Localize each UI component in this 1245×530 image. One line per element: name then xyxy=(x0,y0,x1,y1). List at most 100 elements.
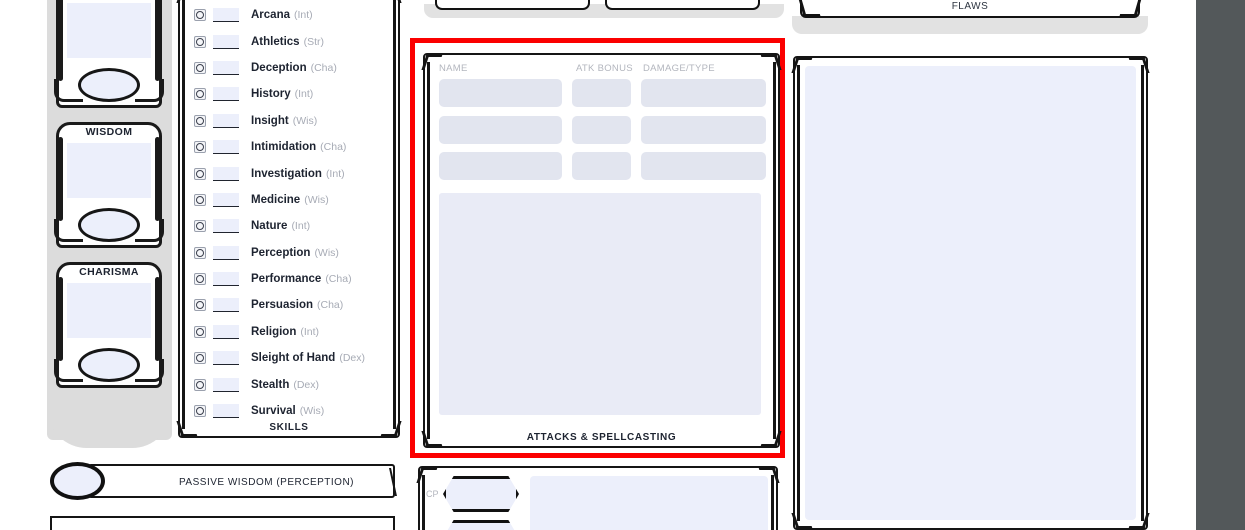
skill-name-label: Sleight of Hand (Dex) xyxy=(251,352,365,364)
attack-name-input[interactable] xyxy=(439,115,562,144)
right-notes-panel xyxy=(791,56,1150,530)
skill-name-text: History xyxy=(251,88,291,101)
skill-proficiency-checkbox[interactable] xyxy=(194,61,206,74)
attack-row xyxy=(439,115,766,144)
skill-name-text: Performance xyxy=(251,273,322,286)
skill-row: Sleight of Hand (Dex) xyxy=(194,345,388,371)
skill-bonus-input[interactable] xyxy=(213,404,239,419)
skill-ability-text: (Int) xyxy=(294,88,314,101)
skill-ability-text: (Int) xyxy=(300,325,320,338)
skill-bonus-input[interactable] xyxy=(213,298,239,313)
skill-proficiency-checkbox[interactable] xyxy=(194,141,206,154)
hit-dice-label: HIT DICE xyxy=(437,0,588,1)
right-notes-textarea[interactable] xyxy=(805,66,1136,520)
skill-row: Persuasion (Cha) xyxy=(194,292,388,318)
ability-box-intelligence[interactable]: INTELLIGENCE xyxy=(54,0,164,108)
skill-proficiency-checkbox[interactable] xyxy=(194,352,206,365)
skill-row: Deception (Cha) xyxy=(194,55,388,81)
currency-input-cp[interactable] xyxy=(443,476,519,512)
skill-bonus-input[interactable] xyxy=(213,219,239,234)
skill-bonus-input[interactable] xyxy=(213,8,239,23)
skill-proficiency-checkbox[interactable] xyxy=(194,35,206,48)
skill-bonus-input[interactable] xyxy=(213,245,239,260)
passive-wisdom-row: PASSIVE WISDOM (PERCEPTION) xyxy=(50,462,395,500)
skill-bonus-input[interactable] xyxy=(213,377,239,392)
skill-name-label: Nature (Int) xyxy=(251,220,310,232)
skill-proficiency-checkbox[interactable] xyxy=(194,246,206,259)
skill-proficiency-checkbox[interactable] xyxy=(194,299,206,312)
skill-bonus-input[interactable] xyxy=(213,113,239,128)
ability-modifier-input[interactable] xyxy=(78,208,140,242)
ability-score-input[interactable] xyxy=(67,3,151,58)
skill-row: Nature (Int) xyxy=(194,213,388,239)
skill-name-label: History (Int) xyxy=(251,88,313,100)
currency-row-sp: SP xyxy=(426,520,519,530)
ability-modifier-input[interactable] xyxy=(78,348,140,382)
skill-bonus-input[interactable] xyxy=(213,272,239,287)
skill-proficiency-checkbox[interactable] xyxy=(194,405,206,418)
skill-proficiency-checkbox[interactable] xyxy=(194,167,206,180)
skill-row: Arcana (Int) xyxy=(194,2,388,28)
skill-bonus-input[interactable] xyxy=(213,324,239,339)
skill-proficiency-checkbox[interactable] xyxy=(194,378,206,391)
skill-proficiency-checkbox[interactable] xyxy=(194,114,206,127)
passive-wisdom-input[interactable] xyxy=(50,462,105,500)
attack-damage-input[interactable] xyxy=(641,115,766,144)
skill-row: Perception (Wis) xyxy=(194,240,388,266)
attack-row xyxy=(439,79,766,107)
ability-label: CHARISMA xyxy=(79,266,139,278)
skill-bonus-input[interactable] xyxy=(213,166,239,181)
ability-box-wisdom[interactable]: WISDOM xyxy=(54,122,164,248)
skill-row: History (Int) xyxy=(194,81,388,107)
skill-proficiency-checkbox[interactable] xyxy=(194,193,206,206)
currency-input-sp[interactable] xyxy=(443,520,519,530)
skill-bonus-input[interactable] xyxy=(213,34,239,49)
skill-proficiency-checkbox[interactable] xyxy=(194,220,206,233)
character-sheet-page: INTELLIGENCE WISDOM CHARISMA Arcana (Int)… xyxy=(0,0,1245,530)
passive-wisdom-bar: PASSIVE WISDOM (PERCEPTION) xyxy=(88,464,395,498)
attack-bonus-input[interactable] xyxy=(572,152,632,180)
ability-modifier-input[interactable] xyxy=(78,68,140,102)
skill-ability-text: (Cha) xyxy=(310,61,337,74)
skill-ability-text: (Int) xyxy=(325,167,345,180)
death-saves-stub[interactable]: DEATH SAVES xyxy=(605,0,760,10)
ability-score-input[interactable] xyxy=(67,143,151,198)
currency-code-cp: CP xyxy=(426,489,439,499)
attack-bonus-input[interactable] xyxy=(572,79,632,107)
skill-name-text: Medicine xyxy=(251,193,301,206)
skill-name-label: Arcana (Int) xyxy=(251,9,313,21)
skill-proficiency-checkbox[interactable] xyxy=(194,325,206,338)
other-proficiencies-bar[interactable] xyxy=(50,516,395,530)
attack-bonus-input[interactable] xyxy=(572,115,632,144)
skill-name-text: Insight xyxy=(251,114,289,127)
skill-name-label: Insight (Wis) xyxy=(251,115,317,127)
attack-damage-input[interactable] xyxy=(641,79,766,107)
attacks-and-spellcasting-panel: NAME ATK BONUS DAMAGE/TYPE ATTACKS & SPE… xyxy=(421,53,782,448)
skill-ability-text: (Wis) xyxy=(304,193,329,206)
ability-box-charisma[interactable]: CHARISMA xyxy=(54,262,164,388)
skill-name-text: Arcana xyxy=(251,9,290,22)
attack-name-input[interactable] xyxy=(439,79,562,107)
skill-name-text: Deception xyxy=(251,61,307,74)
skill-proficiency-checkbox[interactable] xyxy=(194,273,206,286)
flaws-stub[interactable]: FLAWS xyxy=(800,0,1140,18)
skill-proficiency-checkbox[interactable] xyxy=(194,88,206,101)
skill-ability-text: (Dex) xyxy=(339,352,366,365)
attacks-notes-textarea[interactable] xyxy=(439,193,761,415)
attack-damage-input[interactable] xyxy=(641,152,766,180)
ability-score-input[interactable] xyxy=(67,283,151,338)
skill-bonus-input[interactable] xyxy=(213,87,239,102)
skill-ability-text: (Wis) xyxy=(292,114,318,127)
skill-bonus-input[interactable] xyxy=(213,192,239,207)
skill-bonus-input[interactable] xyxy=(213,60,239,75)
flaws-tray xyxy=(792,16,1148,34)
hit-dice-stub[interactable]: HIT DICE xyxy=(435,0,590,10)
equipment-textarea[interactable] xyxy=(530,476,768,530)
skill-proficiency-checkbox[interactable] xyxy=(194,9,206,22)
attack-name-input[interactable] xyxy=(439,152,562,180)
skill-bonus-input[interactable] xyxy=(213,351,239,366)
skill-bonus-input[interactable] xyxy=(213,140,239,155)
skill-name-label: Deception (Cha) xyxy=(251,62,337,74)
window-right-gutter xyxy=(1196,0,1245,530)
skill-name-label: Intimidation (Cha) xyxy=(251,141,346,153)
